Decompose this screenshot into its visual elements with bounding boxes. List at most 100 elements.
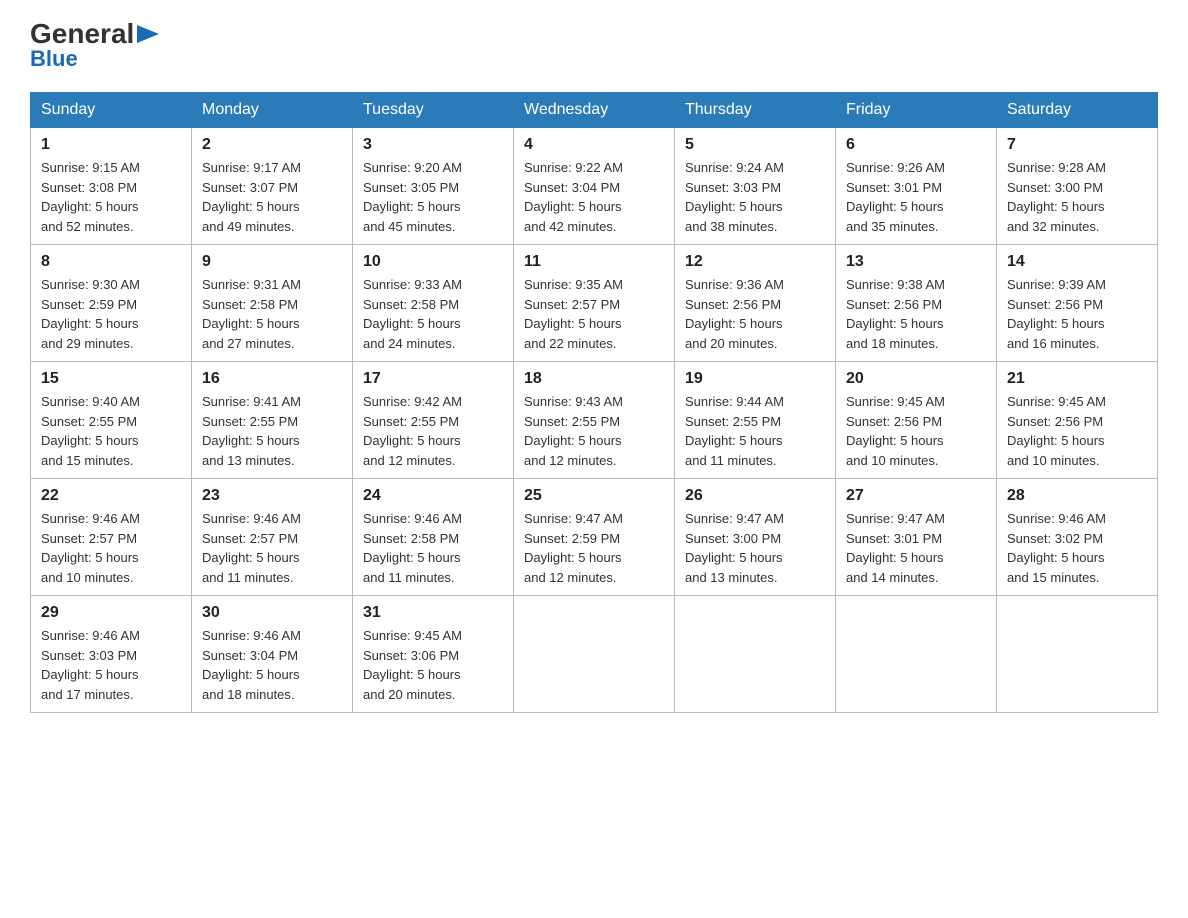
calendar-cell [997,596,1158,713]
page-header: General Blue [30,20,1158,72]
day-info: Sunrise: 9:45 AM Sunset: 3:06 PM Dayligh… [363,626,503,704]
calendar-cell: 1Sunrise: 9:15 AM Sunset: 3:08 PM Daylig… [31,128,192,245]
calendar-cell: 22 Sunrise: 9:46 AM Sunset: 2:57 PM Dayli… [31,479,192,596]
day-info: Sunrise: 9:43 AM Sunset: 2:55 PM Dayligh… [524,392,664,470]
day-number: 22 [41,487,181,505]
day-number: 15 [41,370,181,388]
calendar-cell: 26 Sunrise: 9:47 AM Sunset: 3:00 PM Dayli… [675,479,836,596]
calendar-header-sunday: Sunday [31,93,192,128]
day-number: 28 [1007,487,1147,505]
day-info: Sunrise: 9:42 AM Sunset: 2:55 PM Dayligh… [363,392,503,470]
calendar-cell: 25 Sunrise: 9:47 AM Sunset: 2:59 PM Dayli… [514,479,675,596]
day-number: 16 [202,370,342,388]
day-info: Sunrise: 9:47 AM Sunset: 3:00 PM Dayligh… [685,509,825,587]
day-number: 20 [846,370,986,388]
calendar-table: SundayMondayTuesdayWednesdayThursdayFrid… [30,92,1158,713]
day-info: Sunrise: 9:36 AM Sunset: 2:56 PM Dayligh… [685,275,825,353]
day-info: Sunrise: 9:46 AM Sunset: 2:58 PM Dayligh… [363,509,503,587]
calendar-cell: 8 Sunrise: 9:30 AM Sunset: 2:59 PM Daylig… [31,245,192,362]
calendar-cell: 11 Sunrise: 9:35 AM Sunset: 2:57 PM Dayli… [514,245,675,362]
calendar-week-row: 29Sunrise: 9:46 AM Sunset: 3:03 PM Dayli… [31,596,1158,713]
day-info: Sunrise: 9:35 AM Sunset: 2:57 PM Dayligh… [524,275,664,353]
day-number: 7 [1007,136,1147,154]
calendar-header-row: SundayMondayTuesdayWednesdayThursdayFrid… [31,93,1158,128]
calendar-cell: 19 Sunrise: 9:44 AM Sunset: 2:55 PM Dayli… [675,362,836,479]
day-number: 6 [846,136,986,154]
day-number: 12 [685,253,825,271]
calendar-header-monday: Monday [192,93,353,128]
day-number: 24 [363,487,503,505]
calendar-cell: 6Sunrise: 9:26 AM Sunset: 3:01 PM Daylig… [836,128,997,245]
calendar-cell: 9Sunrise: 9:31 AM Sunset: 2:58 PM Daylig… [192,245,353,362]
calendar-cell: 17Sunrise: 9:42 AM Sunset: 2:55 PM Dayli… [353,362,514,479]
day-number: 27 [846,487,986,505]
calendar-header-wednesday: Wednesday [514,93,675,128]
calendar-cell: 15Sunrise: 9:40 AM Sunset: 2:55 PM Dayli… [31,362,192,479]
day-number: 5 [685,136,825,154]
day-number: 13 [846,253,986,271]
day-info: Sunrise: 9:38 AM Sunset: 2:56 PM Dayligh… [846,275,986,353]
calendar-cell: 4 Sunrise: 9:22 AM Sunset: 3:04 PM Daylig… [514,128,675,245]
day-number: 14 [1007,253,1147,271]
calendar-cell: 23Sunrise: 9:46 AM Sunset: 2:57 PM Dayli… [192,479,353,596]
calendar-header-tuesday: Tuesday [353,93,514,128]
day-info: Sunrise: 9:17 AM Sunset: 3:07 PM Dayligh… [202,158,342,236]
calendar-cell: 14Sunrise: 9:39 AM Sunset: 2:56 PM Dayli… [997,245,1158,362]
calendar-header-thursday: Thursday [675,93,836,128]
calendar-header-saturday: Saturday [997,93,1158,128]
calendar-cell: 7 Sunrise: 9:28 AM Sunset: 3:00 PM Daylig… [997,128,1158,245]
day-number: 26 [685,487,825,505]
day-number: 11 [524,253,664,271]
day-number: 4 [524,136,664,154]
day-info: Sunrise: 9:45 AM Sunset: 2:56 PM Dayligh… [1007,392,1147,470]
day-number: 9 [202,253,342,271]
calendar-cell: 16 Sunrise: 9:41 AM Sunset: 2:55 PM Dayli… [192,362,353,479]
day-info: Sunrise: 9:46 AM Sunset: 3:04 PM Dayligh… [202,626,342,704]
calendar-cell: 30 Sunrise: 9:46 AM Sunset: 3:04 PM Dayli… [192,596,353,713]
calendar-cell [514,596,675,713]
calendar-cell: 18 Sunrise: 9:43 AM Sunset: 2:55 PM Dayli… [514,362,675,479]
logo-general-text: General [30,20,134,48]
day-info: Sunrise: 9:33 AM Sunset: 2:58 PM Dayligh… [363,275,503,353]
calendar-week-row: 1Sunrise: 9:15 AM Sunset: 3:08 PM Daylig… [31,128,1158,245]
logo: General Blue [30,20,159,72]
day-info: Sunrise: 9:47 AM Sunset: 3:01 PM Dayligh… [846,509,986,587]
day-number: 19 [685,370,825,388]
calendar-cell: 13 Sunrise: 9:38 AM Sunset: 2:56 PM Dayli… [836,245,997,362]
day-number: 18 [524,370,664,388]
calendar-cell: 31 Sunrise: 9:45 AM Sunset: 3:06 PM Dayli… [353,596,514,713]
calendar-cell: 2Sunrise: 9:17 AM Sunset: 3:07 PM Daylig… [192,128,353,245]
day-number: 8 [41,253,181,271]
calendar-header-friday: Friday [836,93,997,128]
calendar-week-row: 15Sunrise: 9:40 AM Sunset: 2:55 PM Dayli… [31,362,1158,479]
day-number: 21 [1007,370,1147,388]
calendar-cell: 29Sunrise: 9:46 AM Sunset: 3:03 PM Dayli… [31,596,192,713]
day-info: Sunrise: 9:46 AM Sunset: 3:02 PM Dayligh… [1007,509,1147,587]
calendar-cell [836,596,997,713]
calendar-week-row: 8 Sunrise: 9:30 AM Sunset: 2:59 PM Daylig… [31,245,1158,362]
calendar-cell: 24 Sunrise: 9:46 AM Sunset: 2:58 PM Dayli… [353,479,514,596]
day-info: Sunrise: 9:44 AM Sunset: 2:55 PM Dayligh… [685,392,825,470]
calendar-cell: 10Sunrise: 9:33 AM Sunset: 2:58 PM Dayli… [353,245,514,362]
day-info: Sunrise: 9:41 AM Sunset: 2:55 PM Dayligh… [202,392,342,470]
day-info: Sunrise: 9:28 AM Sunset: 3:00 PM Dayligh… [1007,158,1147,236]
day-info: Sunrise: 9:45 AM Sunset: 2:56 PM Dayligh… [846,392,986,470]
calendar-cell: 20 Sunrise: 9:45 AM Sunset: 2:56 PM Dayli… [836,362,997,479]
day-info: Sunrise: 9:46 AM Sunset: 2:57 PM Dayligh… [41,509,181,587]
calendar-cell: 27 Sunrise: 9:47 AM Sunset: 3:01 PM Dayli… [836,479,997,596]
logo-blue-text: Blue [30,46,78,72]
day-number: 25 [524,487,664,505]
calendar-week-row: 22 Sunrise: 9:46 AM Sunset: 2:57 PM Dayli… [31,479,1158,596]
day-info: Sunrise: 9:30 AM Sunset: 2:59 PM Dayligh… [41,275,181,353]
day-info: Sunrise: 9:24 AM Sunset: 3:03 PM Dayligh… [685,158,825,236]
calendar-cell: 28 Sunrise: 9:46 AM Sunset: 3:02 PM Dayli… [997,479,1158,596]
day-number: 30 [202,604,342,622]
day-info: Sunrise: 9:22 AM Sunset: 3:04 PM Dayligh… [524,158,664,236]
day-number: 3 [363,136,503,154]
day-number: 1 [41,136,181,154]
day-number: 31 [363,604,503,622]
logo-triangle-icon [137,25,159,43]
day-info: Sunrise: 9:47 AM Sunset: 2:59 PM Dayligh… [524,509,664,587]
calendar-cell: 21 Sunrise: 9:45 AM Sunset: 2:56 PM Dayli… [997,362,1158,479]
calendar-cell: 12 Sunrise: 9:36 AM Sunset: 2:56 PM Dayli… [675,245,836,362]
